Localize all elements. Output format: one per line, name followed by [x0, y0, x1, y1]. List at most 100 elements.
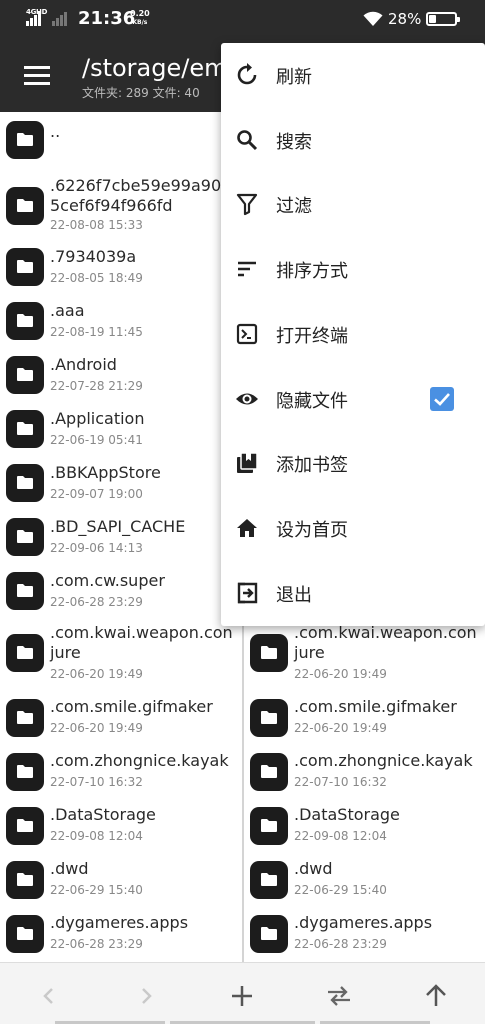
file-list-item[interactable]: .com.zhongnice.kayak 22-07-10 16:32 — [0, 748, 242, 802]
status-bar: 4GHD 21:36 0.20 KB/s 28% — [0, 0, 485, 40]
file-list-item[interactable]: .7934039a 22-08-05 18:49 — [0, 242, 242, 296]
file-name: .com.smile.gifmaker — [294, 697, 457, 716]
file-date: 22-08-19 11:45 — [50, 325, 143, 339]
menu-item-label: 搜索 — [276, 131, 312, 153]
file-date: 22-06-19 05:41 — [50, 433, 143, 447]
file-list-item[interactable]: .dygameres.apps 22-06-28 23:29 — [0, 910, 242, 962]
bookmark-add-icon — [237, 452, 258, 474]
speed-unit: KB/s — [132, 19, 148, 26]
file-name: .DataStorage — [50, 805, 156, 824]
file-name: .com.kwai.weapon.con — [294, 623, 477, 642]
file-date: 22-08-08 15:33 — [50, 218, 143, 232]
file-list-item[interactable]: .dygameres.apps 22-06-28 23:29 — [244, 910, 485, 962]
terminal-icon — [236, 323, 258, 344]
folder-icon — [6, 121, 44, 159]
add-icon[interactable] — [227, 981, 257, 1011]
bottom-toolbar — [0, 962, 485, 1024]
menu-item-filter[interactable]: 过滤 — [221, 172, 485, 236]
network-speed: 0.20 KB/s — [130, 9, 150, 27]
menu-item-refresh[interactable]: 刷新 — [221, 43, 485, 107]
up-icon[interactable] — [421, 981, 451, 1011]
folder-icon — [6, 302, 44, 340]
folder-icon — [250, 699, 288, 737]
file-date: 22-07-10 16:32 — [50, 775, 143, 789]
file-name: .com.smile.gifmaker — [50, 697, 213, 716]
folder-icon — [6, 634, 44, 672]
file-list-item[interactable]: .com.kwai.weapon.con jure 22-06-20 19:49 — [0, 620, 242, 694]
folder-icon — [6, 861, 44, 899]
swap-icon[interactable] — [324, 981, 354, 1011]
menu-item-bookmark-add[interactable]: 添加书签 — [221, 431, 485, 495]
hamburger-menu-icon[interactable] — [24, 66, 50, 86]
current-path: /storage/em — [82, 54, 228, 82]
folder-icon — [250, 861, 288, 899]
menu-item-label: 排序方式 — [276, 261, 348, 283]
signal-icon: 4GHD — [26, 8, 48, 26]
menu-item-label: 打开终端 — [276, 325, 348, 347]
folder-icon — [6, 572, 44, 610]
battery-percent: 28% — [388, 10, 422, 28]
file-name: .dwd — [50, 859, 89, 878]
file-list-item[interactable]: .com.kwai.weapon.con jure 22-06-20 19:49 — [244, 620, 485, 694]
file-list-item[interactable]: .Application 22-06-19 05:41 — [0, 404, 242, 458]
folder-icon — [6, 699, 44, 737]
file-date: 22-09-06 14:13 — [50, 541, 143, 555]
file-name: .aaa — [50, 301, 85, 320]
back-icon[interactable] — [34, 981, 64, 1011]
file-list-item[interactable]: .com.smile.gifmaker 22-06-20 19:49 — [0, 694, 242, 748]
file-list-item[interactable]: .com.zhongnice.kayak 22-07-10 16:32 — [244, 748, 485, 802]
file-list-item[interactable]: .. — [0, 112, 242, 170]
file-list-item[interactable]: .6226f7cbe59e99a90 5cef6f94f966fd 22-08-08… — [0, 170, 242, 242]
refresh-icon — [237, 63, 257, 85]
folder-icon — [6, 915, 44, 953]
file-list-item[interactable]: .BBKAppStore 22-09-07 19:00 — [0, 458, 242, 512]
menu-item-label: 刷新 — [276, 67, 312, 88]
file-date: 22-06-20 19:49 — [294, 721, 387, 735]
home-icon — [237, 518, 257, 537]
file-name-continued: 5cef6f94f966fd — [50, 196, 173, 215]
file-list-item[interactable]: .BD_SAPI_CACHE 22-09-06 14:13 — [0, 512, 242, 566]
file-list-item[interactable]: .dwd 22-06-29 15:40 — [0, 856, 242, 910]
file-list-item[interactable]: .Android 22-07-28 21:29 — [0, 350, 242, 404]
menu-item-exit[interactable]: 退出 — [221, 561, 485, 625]
file-list-item[interactable]: .dwd 22-06-29 15:40 — [244, 856, 485, 910]
file-date: 22-06-20 19:49 — [50, 667, 143, 681]
left-file-pane[interactable]: .. .6226f7cbe59e99a90 5cef6f94f966fd 22-08-… — [0, 112, 242, 962]
file-list-item[interactable]: .DataStorage 22-09-08 12:04 — [244, 802, 485, 856]
file-name: .DataStorage — [294, 805, 400, 824]
folder-icon — [6, 753, 44, 791]
folder-icon — [6, 410, 44, 448]
menu-item-label: 退出 — [276, 584, 312, 606]
file-list-item[interactable]: .aaa 22-08-19 11:45 — [0, 296, 242, 350]
file-date: 22-06-29 15:40 — [294, 883, 387, 897]
file-name: .com.cw.super — [50, 571, 165, 590]
menu-item-search[interactable]: 搜索 — [221, 108, 485, 172]
menu-item-eye[interactable]: 隐藏文件 — [221, 367, 485, 431]
file-name: .Android — [50, 355, 117, 374]
menu-item-label: 添加书签 — [276, 455, 348, 477]
folder-icon — [6, 356, 44, 394]
check-icon — [434, 392, 450, 406]
folder-icon — [250, 807, 288, 845]
sort-icon — [238, 261, 256, 277]
folder-file-count: 文件夹: 289 文件: 40 — [82, 86, 200, 100]
file-date: 22-08-05 18:49 — [50, 271, 143, 285]
file-name: .com.zhongnice.kayak — [50, 751, 229, 770]
menu-item-terminal[interactable]: 打开终端 — [221, 302, 485, 366]
file-list-item[interactable]: .com.smile.gifmaker 22-06-20 19:49 — [244, 694, 485, 748]
file-name: .dwd — [294, 859, 333, 878]
menu-item-sort[interactable]: 排序方式 — [221, 237, 485, 301]
file-name-continued: jure — [294, 643, 325, 662]
file-list-item[interactable]: .com.cw.super 22-06-28 23:29 — [0, 566, 242, 620]
file-name: .6226f7cbe59e99a90 — [50, 176, 222, 195]
folder-icon — [250, 915, 288, 953]
folder-icon — [6, 187, 44, 225]
forward-icon[interactable] — [131, 981, 161, 1011]
file-list-item[interactable]: .DataStorage 22-09-08 12:04 — [0, 802, 242, 856]
hidden-files-checkbox[interactable] — [430, 386, 454, 411]
menu-item-home[interactable]: 设为首页 — [221, 496, 485, 560]
battery-icon — [426, 12, 460, 26]
file-date: 22-09-07 19:00 — [50, 487, 143, 501]
file-date: 22-06-20 19:49 — [294, 667, 387, 681]
folder-icon — [6, 518, 44, 556]
